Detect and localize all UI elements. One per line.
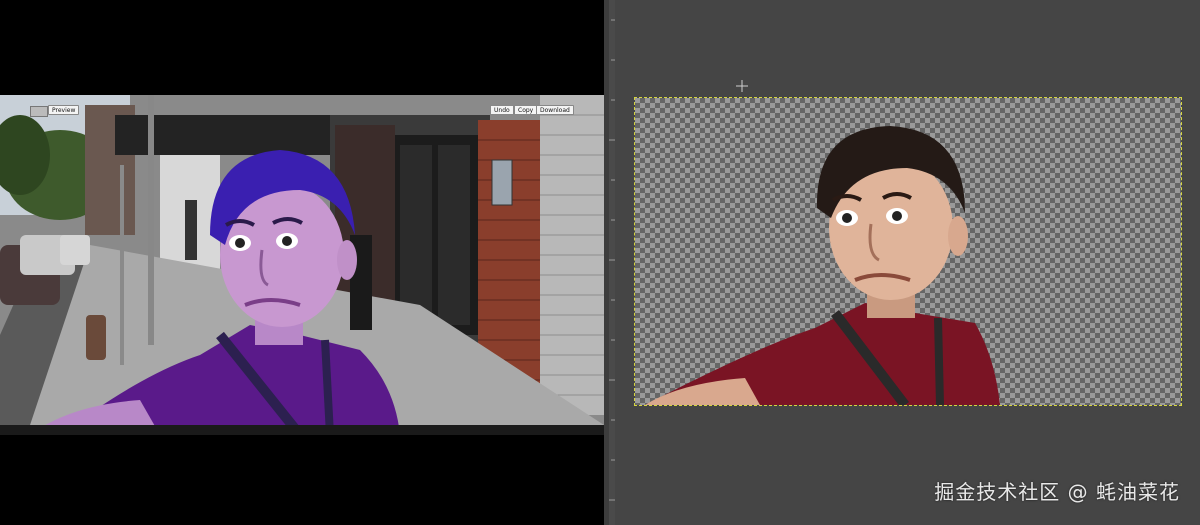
street-selfie-image — [0, 95, 604, 435]
undo-button[interactable]: Undo — [490, 105, 514, 115]
cutout-subject-image — [645, 126, 1000, 405]
preview-button[interactable]: Preview — [48, 105, 80, 115]
crosshair-icon — [736, 80, 748, 92]
preview-toggle[interactable] — [30, 106, 48, 117]
copy-button[interactable]: Copy — [514, 105, 538, 115]
transparent-canvas[interactable] — [634, 97, 1182, 406]
watermark-text: 掘金技术社区 @ 蚝油菜花 — [934, 480, 1180, 504]
left-preview-pane: Preview Undo Copy Download — [0, 0, 604, 525]
preview-photo — [0, 95, 604, 435]
editor-pane — [615, 0, 1200, 525]
download-button[interactable]: Download — [536, 105, 574, 115]
